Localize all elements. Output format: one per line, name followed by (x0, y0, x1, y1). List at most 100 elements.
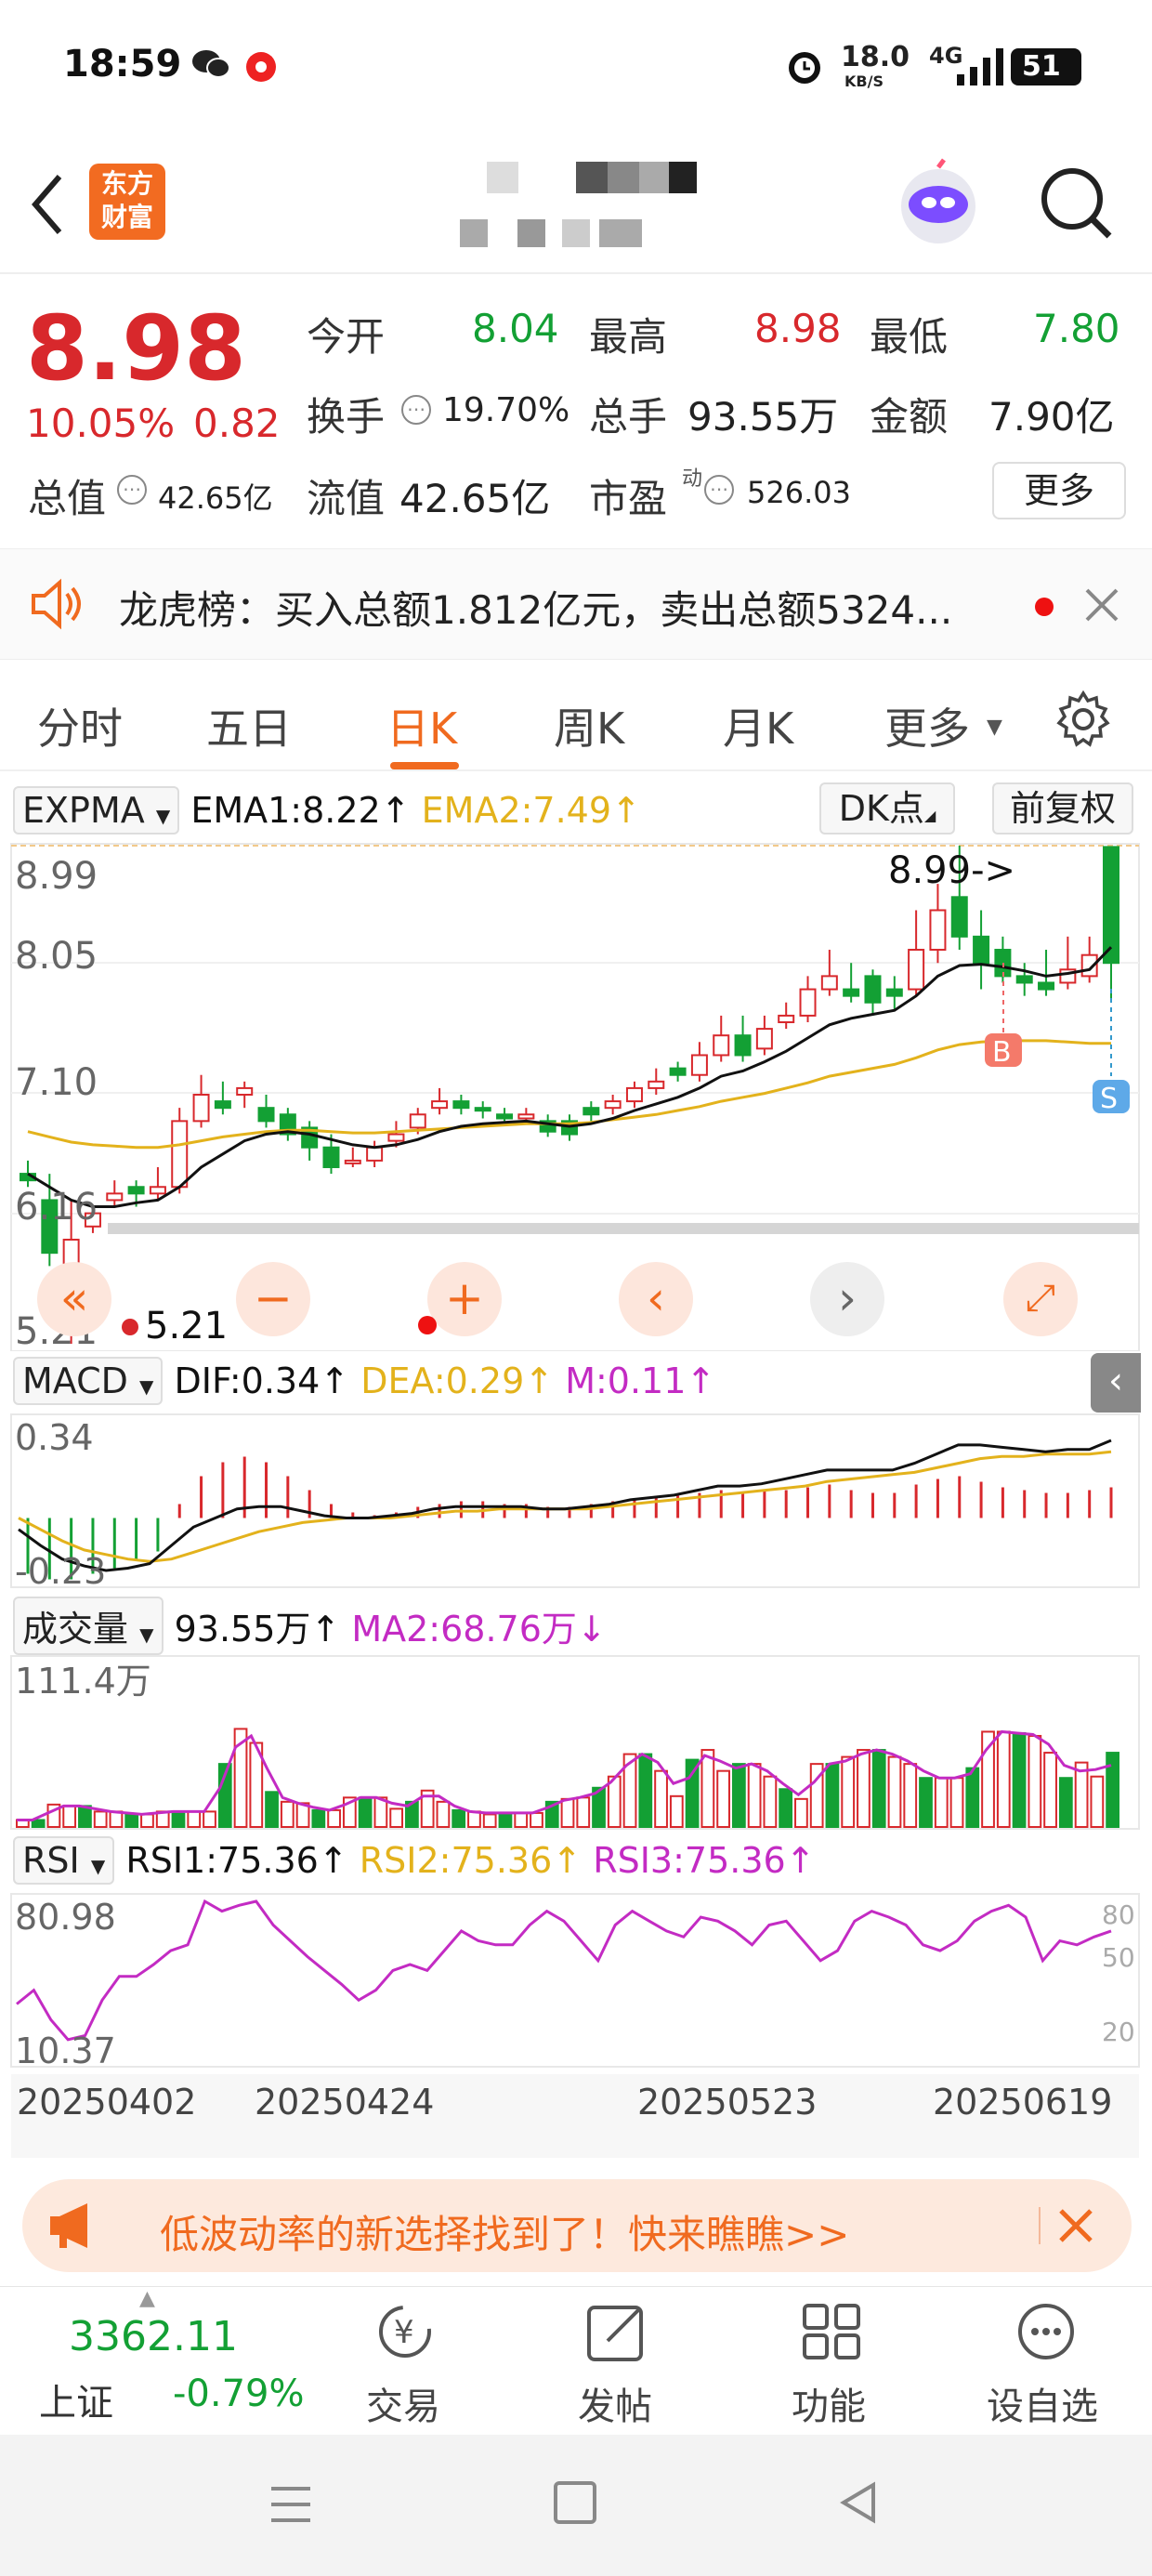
zoom-in-button[interactable]: + (427, 1262, 502, 1336)
volume-chart: 111.4万 (10, 1655, 1140, 1830)
rsi-selector[interactable]: RSI ▼ (13, 1836, 115, 1885)
volume-bar (358, 1796, 373, 1828)
tab-intraday[interactable]: 分时 (37, 695, 123, 756)
volume-legend: 成交量 ▼ 93.55万↑ MA2:68.76万↓ (13, 1597, 607, 1655)
info-icon[interactable]: ⋯ (704, 475, 734, 505)
kline-chart[interactable]: 8.99 8.05 7.10 6.16 5.21 8.99-> 5.21 B S (0, 842, 1152, 1351)
index-name[interactable]: 上证 (39, 2372, 113, 2426)
menu-icon[interactable] (268, 2483, 314, 2526)
home-icon[interactable] (554, 2481, 596, 2524)
close-icon[interactable] (1057, 2207, 1094, 2244)
search-icon[interactable] (1037, 164, 1115, 242)
tab-more[interactable]: 更多 (884, 695, 970, 756)
rsi-legend: RSI ▼ RSI1:75.36↑ RSI2:75.36↑ RSI3:75.36… (13, 1836, 816, 1885)
date-label-4: 20250619 (933, 2082, 1113, 2123)
macd-y-bottom: -0.23 (15, 1551, 106, 1589)
volume-bar (140, 1813, 154, 1829)
network-speed-unit: KB/S (844, 72, 884, 90)
scroll-left-fast-button[interactable]: « (37, 1262, 111, 1336)
tab-weekly-k[interactable]: 周K (554, 695, 624, 756)
speaker-icon (28, 575, 85, 633)
dragon-tiger-notice[interactable]: 龙虎榜：买入总额1.812亿元，卖出总额5324... (0, 548, 1152, 660)
last-price: 8.98 (26, 296, 246, 401)
back-nav-icon[interactable] (836, 2479, 883, 2526)
turnover-value: 19.70% (442, 391, 570, 429)
scrollbar[interactable] (108, 1223, 1139, 1234)
candle (929, 884, 947, 964)
trade-label[interactable]: 交易 (366, 2376, 440, 2430)
dea-value: DEA:0.29↑ (360, 1360, 555, 1401)
volume-bar (700, 1749, 715, 1828)
volume-bar (498, 1811, 513, 1828)
volume-label: 总手 (589, 394, 668, 440)
candle (279, 1108, 296, 1141)
tab-daily-k[interactable]: 日K (386, 695, 457, 756)
chevron-down-icon: ▼ (987, 716, 1002, 739)
change-amount: 0.82 (193, 401, 281, 446)
high-marker: 8.99-> (888, 849, 1015, 892)
y-label-3: 7.10 (15, 1061, 98, 1104)
function-label[interactable]: 功能 (792, 2376, 866, 2430)
info-icon[interactable]: ⋯ (401, 395, 431, 425)
low-value: 7.80 (1033, 306, 1120, 351)
gear-icon[interactable] (1054, 690, 1113, 749)
dif-value: DIF:0.34↑ (174, 1360, 350, 1401)
volume-bar (1058, 1777, 1073, 1829)
more-button[interactable]: 更多 (992, 462, 1126, 519)
tab-monthly-k[interactable]: 月K (723, 695, 793, 756)
macd-selector[interactable]: MACD ▼ (13, 1357, 164, 1405)
volume-bar (530, 1811, 543, 1828)
pe-label: 市盈 (589, 476, 668, 521)
change-percent: 10.05% (26, 401, 176, 446)
volume-bar (794, 1797, 808, 1829)
close-icon[interactable] (1083, 586, 1120, 624)
index-value[interactable]: 3362.11 (69, 2313, 238, 2360)
candle (344, 1147, 361, 1167)
candle (106, 1180, 124, 1207)
info-icon[interactable]: ⋯ (117, 475, 147, 505)
add-watchlist-label[interactable]: 设自选 (987, 2376, 1098, 2430)
post-icon[interactable] (582, 2300, 656, 2365)
volume-bar (654, 1769, 668, 1828)
volume-name: 成交量 (22, 1609, 129, 1649)
candle (625, 1081, 643, 1109)
dk-button[interactable]: DK点◢ (819, 782, 955, 835)
tab-five-day[interactable]: 五日 (206, 695, 292, 756)
candle (236, 1081, 254, 1109)
high-value: 8.98 (754, 306, 842, 351)
rsi-right-50: 50 (1102, 1942, 1135, 1973)
move-left-button[interactable]: ‹ (619, 1262, 693, 1336)
candle (366, 1140, 384, 1167)
candle (713, 1015, 730, 1062)
float-value: 42.65亿 (399, 476, 551, 521)
volume-bar (669, 1794, 684, 1829)
volume-bar (934, 1777, 949, 1829)
volume-bar (716, 1769, 730, 1828)
candle (1038, 950, 1055, 996)
promo-banner[interactable]: 低波动率的新选择找到了！快来瞧瞧>> (22, 2179, 1132, 2272)
back-button[interactable] (24, 167, 71, 242)
volume-bar (560, 1797, 575, 1829)
volume-selector[interactable]: 成交量 ▼ (13, 1597, 164, 1655)
volume-bar (389, 1807, 404, 1828)
rsi-name: RSI (22, 1840, 80, 1881)
collapse-tab-button[interactable]: ‹ (1091, 1353, 1141, 1413)
adjust-button[interactable]: 前复权 (992, 782, 1133, 835)
signal-icon (955, 46, 1011, 87)
candle (1015, 963, 1033, 996)
candle (648, 1068, 665, 1095)
expma-selector[interactable]: EXPMA ▼ (13, 786, 180, 835)
volume-bar (965, 1767, 980, 1828)
function-icon[interactable] (795, 2300, 870, 2365)
trade-icon[interactable]: ¥ (368, 2300, 442, 2365)
index-change[interactable]: -0.79% (173, 2372, 305, 2415)
more-dots-icon[interactable] (1009, 2300, 1083, 2365)
record-icon (243, 51, 279, 83)
post-label[interactable]: 发帖 (578, 2376, 652, 2430)
corner-icon: ◢ (923, 807, 936, 824)
volume-bar (763, 1775, 778, 1828)
robot-assistant-icon[interactable] (892, 158, 985, 251)
fullscreen-button[interactable]: ⤢ (1003, 1262, 1078, 1336)
zoom-out-button[interactable]: − (236, 1262, 310, 1336)
move-right-button[interactable]: › (810, 1262, 884, 1336)
